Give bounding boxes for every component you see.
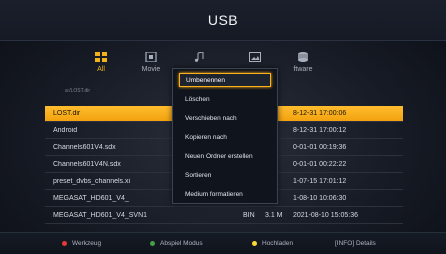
row-divider xyxy=(45,206,403,207)
red-dot-icon xyxy=(62,241,67,246)
tab-software-label: ftware xyxy=(293,66,313,73)
file-name: MEGASAT_HD601_V4_SVN1 xyxy=(53,212,148,219)
tab-all-label: All xyxy=(97,66,105,73)
menu-item-copy-to[interactable]: Kopieren nach xyxy=(179,130,271,144)
file-date: 8-12-31 17:00:12 xyxy=(293,127,347,134)
menu-item-sort[interactable]: Sortieren xyxy=(179,168,271,182)
file-date: 1-08-10 10:06:30 xyxy=(293,195,347,202)
hint-red[interactable]: Werkzeug xyxy=(62,240,101,247)
tab-movie[interactable]: Movie xyxy=(128,52,174,73)
row-divider xyxy=(45,223,403,224)
footer-hints: Werkzeug Abspiel Modus Hochladen [INFO] … xyxy=(0,232,446,254)
usb-browser-screen: USB All Movie ftware a:/LOST.dir LOST.di… xyxy=(0,0,446,254)
hint-yellow[interactable]: Hochladen xyxy=(252,240,293,247)
hint-info-label: [INFO] Details xyxy=(335,240,376,247)
file-date: 1-07-15 17:01:12 xyxy=(293,178,347,185)
tab-music[interactable] xyxy=(176,52,222,66)
menu-item-format-media[interactable]: Medium formatieren xyxy=(179,187,271,201)
title-divider xyxy=(0,40,446,41)
hint-green-label: Abspiel Modus xyxy=(160,240,203,247)
breadcrumb: a:/LOST.dir xyxy=(65,88,91,94)
film-icon xyxy=(145,52,157,62)
image-icon xyxy=(249,52,261,62)
software-icon xyxy=(298,52,308,62)
window-title: USB xyxy=(0,0,446,40)
hint-info[interactable]: [INFO] Details xyxy=(335,240,376,247)
tab-software[interactable]: ftware xyxy=(280,52,326,73)
tab-movie-label: Movie xyxy=(141,66,161,73)
tab-all[interactable]: All xyxy=(78,52,124,73)
file-size: 3.1 M xyxy=(265,212,283,219)
hint-green[interactable]: Abspiel Modus xyxy=(150,240,203,247)
menu-item-delete[interactable]: Löschen xyxy=(179,92,271,106)
context-menu: Umbenennen Löschen Verschieben nach Kopi… xyxy=(172,68,278,204)
music-note-icon xyxy=(194,52,204,62)
file-row[interactable]: MEGASAT_HD601_V4_SVN1 BIN 3.1 M 2021-08-… xyxy=(45,208,403,223)
file-date: 2021-08-10 15:05:36 xyxy=(293,212,358,219)
menu-item-move-to[interactable]: Verschieben nach xyxy=(179,111,271,125)
file-date: 8-12-31 17:00:06 xyxy=(293,110,347,117)
green-dot-icon xyxy=(150,241,155,246)
menu-item-new-folder[interactable]: Neuen Ordner erstellen xyxy=(179,149,271,163)
hint-red-label: Werkzeug xyxy=(72,240,102,247)
file-date: 0-01-01 00:22:22 xyxy=(293,161,347,168)
tab-photo[interactable] xyxy=(232,52,278,66)
yellow-dot-icon xyxy=(252,241,257,246)
grid-icon xyxy=(95,52,107,62)
file-type: BIN xyxy=(243,212,255,219)
hint-yellow-label: Hochladen xyxy=(262,240,294,247)
file-date: 0-01-01 00:19:36 xyxy=(293,144,347,151)
menu-item-rename[interactable]: Umbenennen xyxy=(179,73,271,87)
